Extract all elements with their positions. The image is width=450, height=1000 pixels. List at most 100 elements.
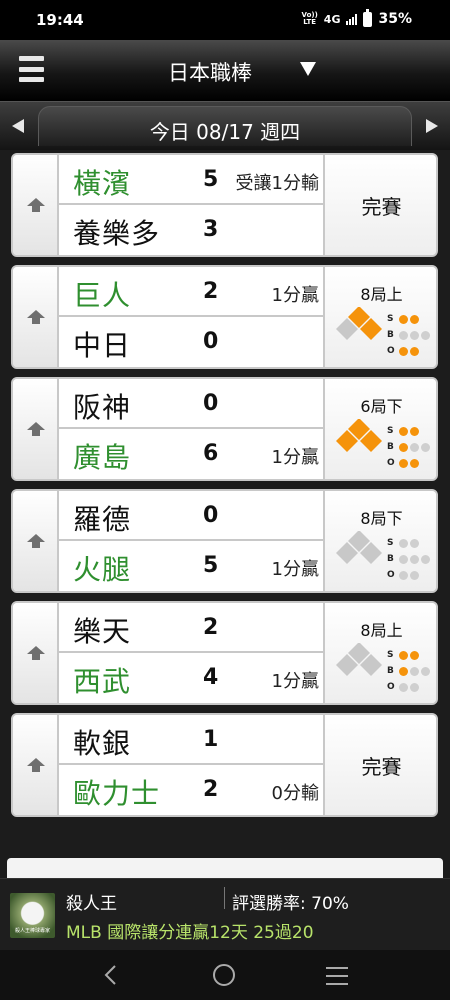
arrow-up-icon	[27, 198, 45, 212]
balls-line: B	[387, 327, 430, 343]
game-card[interactable]: 橫濱 5 受讓1分輸 養樂多 3 完賽	[11, 153, 438, 257]
team-score: 0	[203, 503, 219, 528]
ball-dot	[410, 554, 419, 564]
signal-icon	[346, 13, 358, 25]
balls-line: B	[387, 663, 430, 679]
battery-icon	[363, 8, 373, 27]
game-card[interactable]: 軟銀 1 歐力士 2 0分輸 完賽	[11, 713, 438, 817]
strikes-label: S	[387, 538, 394, 548]
date-navigator: 今日 08/17 週四	[0, 101, 450, 150]
ball-dot	[399, 666, 408, 676]
ad-divider	[224, 887, 225, 909]
team-name: 養樂多	[73, 217, 161, 250]
out-dot	[410, 346, 419, 356]
game-status: 完賽	[323, 155, 436, 255]
bases-diamond	[336, 307, 382, 340]
status-icons: Vo)) LTE 4G 35%	[302, 8, 412, 27]
strike-dot	[399, 426, 408, 436]
ball-dot	[421, 554, 430, 564]
team-score: 1	[203, 727, 219, 752]
team-rows: 軟銀 1 歐力士 2 0分輸	[59, 715, 323, 815]
team-rows: 橫濱 5 受讓1分輸 養樂多 3	[59, 155, 323, 255]
strike-dot	[399, 314, 408, 324]
balls-label: B	[387, 442, 394, 452]
game-card[interactable]: 樂天 2 西武 4 1分贏 8局上 S B O	[11, 601, 438, 705]
expand-button[interactable]	[13, 491, 59, 591]
strikes-line: S	[387, 535, 430, 551]
outs-label: O	[387, 682, 395, 692]
ad-banner[interactable]: 殺人王棒球專家 殺人王 評選勝率: 70% MLB 國際讓分連贏12天 25過2…	[0, 878, 450, 950]
expand-button[interactable]	[13, 267, 59, 367]
team-score: 2	[203, 777, 219, 802]
ball-dot	[399, 442, 408, 452]
clock: 19:44	[36, 11, 84, 29]
outs-line: O	[387, 343, 430, 359]
ball-count: SBO	[387, 647, 430, 695]
inning-label: 8局上	[360, 285, 403, 304]
app-header: 日本職棒	[0, 40, 450, 101]
back-icon[interactable]	[100, 964, 122, 986]
team-rows: 阪神 0 廣島 6 1分贏	[59, 379, 323, 479]
outs-line: O	[387, 679, 430, 695]
league-title[interactable]: 日本職棒	[0, 57, 450, 87]
team-name: 歐力士	[73, 777, 161, 810]
strikes-line: S	[387, 647, 430, 663]
team-name: 西武	[73, 665, 132, 698]
arrow-up-icon	[27, 422, 45, 436]
team-score: 6	[203, 441, 219, 466]
team-row: 火腿 5 1分贏	[59, 541, 323, 591]
ball-dot	[410, 442, 419, 452]
ball-dot	[399, 330, 408, 340]
team-row: 巨人 2 1分贏	[59, 267, 323, 317]
balls-line: B	[387, 439, 430, 455]
recents-icon[interactable]	[326, 967, 348, 985]
system-nav-bar	[0, 950, 450, 1000]
home-icon[interactable]	[213, 964, 235, 986]
ad-thumbnail: 殺人王棒球專家	[10, 893, 55, 938]
arrow-up-icon	[27, 646, 45, 660]
game-card[interactable]: 羅德 0 火腿 5 1分贏 8局下 S B O	[11, 489, 438, 593]
handicap-result: 1分贏	[271, 447, 319, 468]
handicap-result: 0分輸	[271, 783, 319, 804]
dropdown-arrow-icon[interactable]	[300, 62, 316, 76]
status-bar: 19:44 Vo)) LTE 4G 35%	[0, 0, 450, 40]
ball-count: SBO	[387, 535, 430, 583]
ball-dot	[410, 330, 419, 340]
team-row: 樂天 2	[59, 603, 323, 653]
ball-dot	[421, 330, 430, 340]
strike-dot	[399, 538, 408, 548]
expand-button[interactable]	[13, 379, 59, 479]
team-name: 巨人	[73, 279, 132, 312]
expand-button[interactable]	[13, 715, 59, 815]
team-rows: 巨人 2 1分贏 中日 0	[59, 267, 323, 367]
handicap-result: 1分贏	[271, 285, 319, 306]
arrow-up-icon	[27, 310, 45, 324]
team-row: 歐力士 2 0分輸	[59, 765, 323, 815]
network-type: 4G	[323, 12, 341, 26]
ball-count: SBO	[387, 423, 430, 471]
balls-label: B	[387, 666, 394, 676]
team-score: 2	[203, 615, 219, 640]
out-dot	[399, 458, 408, 468]
ad-win-rate: 評選勝率: 70%	[232, 894, 349, 914]
ball-dot	[399, 554, 408, 564]
team-rows: 羅德 0 火腿 5 1分贏	[59, 491, 323, 591]
team-row: 養樂多 3	[59, 205, 323, 255]
team-row: 阪神 0	[59, 379, 323, 429]
next-day-icon[interactable]	[426, 119, 438, 133]
game-card[interactable]: 阪神 0 廣島 6 1分贏 6局下 S B O	[11, 377, 438, 481]
game-card[interactable]: 巨人 2 1分贏 中日 0 8局上 S B O	[11, 265, 438, 369]
game-status: 8局上 S B O	[323, 603, 436, 703]
team-name: 廣島	[73, 441, 132, 474]
outs-line: O	[387, 567, 430, 583]
team-score: 0	[203, 391, 219, 416]
out-dot	[410, 458, 419, 468]
team-score: 0	[203, 329, 219, 354]
bases-diamond	[336, 531, 382, 564]
expand-button[interactable]	[13, 603, 59, 703]
team-name: 羅德	[73, 503, 132, 536]
expand-button[interactable]	[13, 155, 59, 255]
out-dot	[410, 682, 419, 692]
out-dot	[399, 346, 408, 356]
ball-count: SBO	[387, 311, 430, 359]
